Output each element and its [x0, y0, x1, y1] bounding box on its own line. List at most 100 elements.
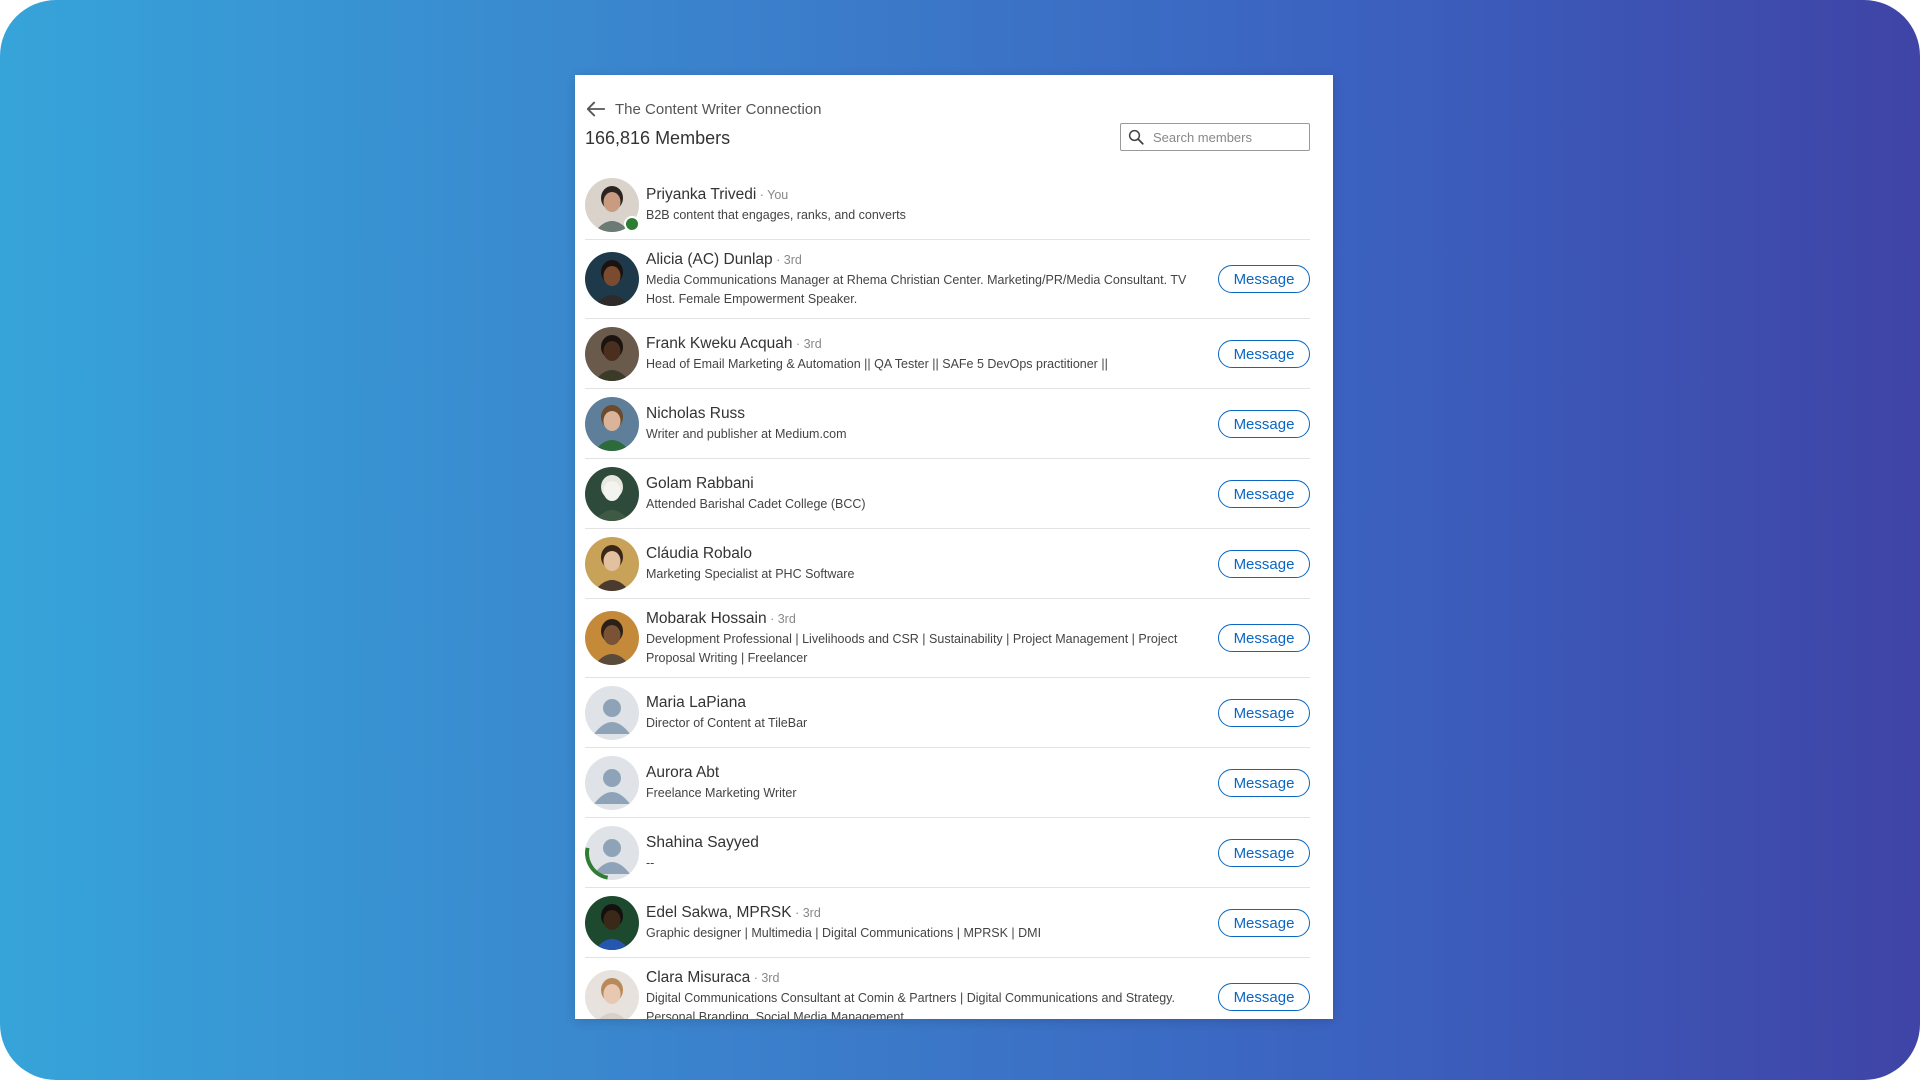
members-panel: The Content Writer Connection 166,816 Me…: [575, 75, 1333, 1019]
message-button[interactable]: Message: [1218, 839, 1310, 867]
member-name-line: Golam Rabbani: [646, 474, 1200, 494]
message-button[interactable]: Message: [1218, 550, 1310, 578]
member-info: Clara Misuraca · 3rd Digital Communicatio…: [646, 968, 1200, 1019]
member-row[interactable]: Nicholas Russ Writer and publisher at Med…: [585, 389, 1310, 459]
member-headline: Attended Barishal Cadet College (BCC): [646, 497, 866, 511]
avatar[interactable]: [585, 252, 639, 306]
member-name-line: Priyanka Trivedi · You: [646, 185, 1200, 205]
member-row[interactable]: Mobarak Hossain · 3rd Development Profess…: [585, 599, 1310, 678]
member-name[interactable]: Priyanka Trivedi: [646, 186, 756, 203]
member-info: Maria LaPiana Director of Content at Tile…: [646, 693, 1200, 733]
member-name[interactable]: Clara Misuraca: [646, 969, 750, 986]
member-name[interactable]: Cláudia Robalo: [646, 545, 752, 562]
online-status-dot: [624, 216, 640, 232]
back-arrow-icon[interactable]: [585, 98, 607, 120]
avatar[interactable]: [585, 537, 639, 591]
search-icon: [1128, 129, 1144, 145]
member-name[interactable]: Edel Sakwa, MPRSK: [646, 904, 792, 921]
member-row[interactable]: Aurora Abt Freelance Marketing Writer Mess…: [585, 748, 1310, 818]
message-button[interactable]: Message: [1218, 909, 1310, 937]
member-name-line: Shahina Sayyed: [646, 833, 1200, 853]
member-name-line: Aurora Abt: [646, 763, 1200, 783]
member-row[interactable]: Shahina Sayyed -- Message: [585, 818, 1310, 888]
connection-degree: · 3rd: [766, 612, 796, 626]
member-name-line: Maria LaPiana: [646, 693, 1200, 713]
message-button[interactable]: Message: [1218, 769, 1310, 797]
background-frame: The Content Writer Connection 166,816 Me…: [0, 0, 1920, 1080]
member-headline: Digital Communications Consultant at Com…: [646, 991, 1175, 1019]
member-headline: Marketing Specialist at PHC Software: [646, 567, 855, 581]
message-button[interactable]: Message: [1218, 265, 1310, 293]
panel-header: The Content Writer Connection 166,816 Me…: [585, 97, 1310, 167]
avatar[interactable]: [585, 896, 639, 950]
member-headline: Writer and publisher at Medium.com: [646, 427, 847, 441]
avatar[interactable]: [585, 826, 639, 880]
member-info: Cláudia Robalo Marketing Specialist at PH…: [646, 544, 1200, 584]
member-headline: B2B content that engages, ranks, and con…: [646, 208, 906, 222]
member-name-line: Edel Sakwa, MPRSK · 3rd: [646, 903, 1200, 923]
member-row[interactable]: Priyanka Trivedi · You B2B content that e…: [585, 170, 1310, 240]
member-headline: Media Communications Manager at Rhema Ch…: [646, 273, 1187, 306]
group-name[interactable]: The Content Writer Connection: [615, 101, 822, 118]
member-name[interactable]: Shahina Sayyed: [646, 834, 759, 851]
member-name[interactable]: Mobarak Hossain: [646, 610, 767, 627]
member-info: Frank Kweku Acquah · 3rd Head of Email Ma…: [646, 334, 1200, 374]
back-link[interactable]: The Content Writer Connection: [585, 97, 822, 121]
avatar[interactable]: [585, 467, 639, 521]
member-name[interactable]: Frank Kweku Acquah: [646, 335, 792, 352]
member-name-line: Clara Misuraca · 3rd: [646, 968, 1200, 988]
member-name[interactable]: Nicholas Russ: [646, 405, 745, 422]
member-row[interactable]: Frank Kweku Acquah · 3rd Head of Email Ma…: [585, 319, 1310, 389]
member-name[interactable]: Alicia (AC) Dunlap: [646, 251, 773, 268]
message-button[interactable]: Message: [1218, 480, 1310, 508]
member-row[interactable]: Edel Sakwa, MPRSK · 3rd Graphic designer …: [585, 888, 1310, 958]
message-button[interactable]: Message: [1218, 983, 1310, 1011]
member-info: Nicholas Russ Writer and publisher at Med…: [646, 404, 1200, 444]
message-button[interactable]: Message: [1218, 624, 1310, 652]
member-info: Golam Rabbani Attended Barishal Cadet Col…: [646, 474, 1200, 514]
member-name[interactable]: Aurora Abt: [646, 764, 719, 781]
connection-degree: · You: [756, 188, 789, 202]
member-row[interactable]: Alicia (AC) Dunlap · 3rd Media Communicat…: [585, 240, 1310, 319]
member-name-line: Alicia (AC) Dunlap · 3rd: [646, 250, 1200, 270]
member-name-line: Mobarak Hossain · 3rd: [646, 609, 1200, 629]
member-list: Priyanka Trivedi · You B2B content that e…: [585, 170, 1310, 1019]
avatar[interactable]: [585, 970, 639, 1019]
member-name[interactable]: Maria LaPiana: [646, 694, 746, 711]
member-headline: Director of Content at TileBar: [646, 716, 808, 730]
member-info: Priyanka Trivedi · You B2B content that e…: [646, 185, 1200, 225]
member-headline: Graphic designer | Multimedia | Digital …: [646, 926, 1042, 940]
member-info: Shahina Sayyed --: [646, 833, 1200, 873]
member-row[interactable]: Golam Rabbani Attended Barishal Cadet Col…: [585, 459, 1310, 529]
member-name-line: Nicholas Russ: [646, 404, 1200, 424]
member-info: Mobarak Hossain · 3rd Development Profess…: [646, 609, 1200, 668]
member-headline: Freelance Marketing Writer: [646, 786, 797, 800]
connection-degree: · 3rd: [792, 337, 822, 351]
message-button[interactable]: Message: [1218, 410, 1310, 438]
connection-degree: · 3rd: [750, 971, 780, 985]
member-row[interactable]: Maria LaPiana Director of Content at Tile…: [585, 678, 1310, 748]
search-box[interactable]: [1120, 123, 1310, 151]
member-info: Edel Sakwa, MPRSK · 3rd Graphic designer …: [646, 903, 1200, 943]
member-name[interactable]: Golam Rabbani: [646, 475, 754, 492]
member-info: Aurora Abt Freelance Marketing Writer: [646, 763, 1200, 803]
member-name-line: Frank Kweku Acquah · 3rd: [646, 334, 1200, 354]
connection-degree: · 3rd: [791, 906, 821, 920]
member-row[interactable]: Cláudia Robalo Marketing Specialist at PH…: [585, 529, 1310, 599]
member-headline: Head of Email Marketing & Automation || …: [646, 357, 1108, 371]
member-name-line: Cláudia Robalo: [646, 544, 1200, 564]
search-input[interactable]: [1151, 128, 1305, 146]
avatar[interactable]: [585, 327, 639, 381]
avatar[interactable]: [585, 397, 639, 451]
avatar[interactable]: [585, 686, 639, 740]
avatar[interactable]: [585, 756, 639, 810]
message-button[interactable]: Message: [1218, 340, 1310, 368]
member-info: Alicia (AC) Dunlap · 3rd Media Communicat…: [646, 250, 1200, 309]
message-button[interactable]: Message: [1218, 699, 1310, 727]
member-headline: --: [646, 856, 655, 870]
connection-degree: · 3rd: [772, 253, 802, 267]
member-row[interactable]: Clara Misuraca · 3rd Digital Communicatio…: [585, 958, 1310, 1019]
member-headline: Development Professional | Livelihoods a…: [646, 632, 1178, 665]
avatar[interactable]: [585, 611, 639, 665]
members-count: 166,816 Members: [585, 128, 731, 148]
